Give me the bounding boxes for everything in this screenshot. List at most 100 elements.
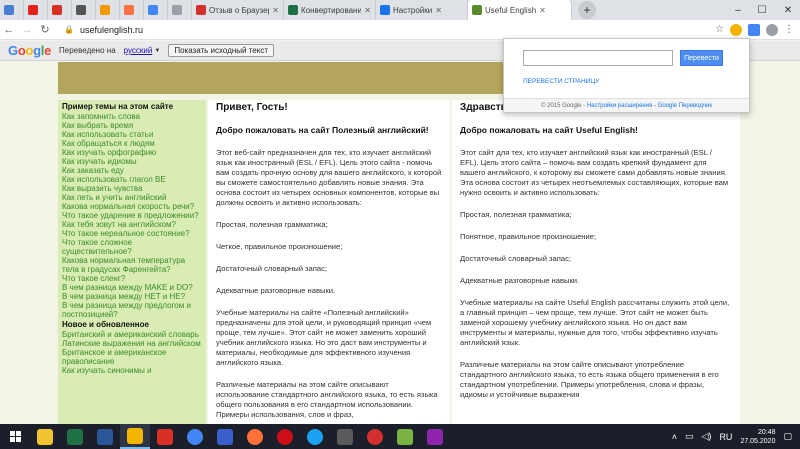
star-icon[interactable]: ☆ (715, 24, 724, 35)
sidebar-link[interactable]: В чем разница между предлогом и постпози… (62, 301, 202, 319)
translate-input[interactable] (523, 50, 673, 66)
sidebar-link[interactable]: Как использовать статьи (62, 130, 202, 139)
system-tray: ˄ ▭ ◁) RU 20:48 27.05.2020 ▢ (672, 424, 800, 449)
app-icon (367, 428, 383, 445)
taskbar-app[interactable] (150, 424, 180, 449)
taskbar-app[interactable] (210, 424, 240, 449)
sidebar-link[interactable]: Как использовать глагол BE (62, 175, 202, 184)
reload-icon[interactable]: ↻ (36, 21, 54, 39)
close-tab-icon[interactable]: ✕ (435, 6, 442, 15)
translate-extension-icon[interactable] (748, 23, 760, 36)
translate-page-link[interactable]: ПЕРЕВЕСТИ СТРАНИЦУ (523, 78, 599, 85)
extension-icon[interactable] (766, 23, 778, 36)
welcome-heading: Добро пожаловать на сайт Useful English! (460, 125, 638, 135)
sidebar-link[interactable]: Британский и американский словарь (62, 330, 202, 339)
menu-icon[interactable]: ⋮ (784, 24, 794, 35)
sidebar-link[interactable]: Как обращаться к людям (62, 139, 202, 148)
volume-icon[interactable]: ◁) (702, 431, 712, 442)
close-tab-icon[interactable]: ✕ (539, 6, 546, 15)
paragraph: Учебные материалы на сайте «Полезный анг… (216, 308, 432, 367)
opera-icon (196, 5, 206, 15)
new-tab-icon[interactable]: + (578, 1, 596, 19)
browser-tab[interactable] (48, 0, 72, 20)
chrome-icon (187, 428, 203, 445)
sidebar-link[interactable]: Как тебя зовут на английском? (62, 220, 202, 229)
browser-tab[interactable] (120, 0, 144, 20)
tab-favicon-icon (76, 5, 86, 15)
sidebar-link[interactable]: Латинские выражения на английском (62, 339, 202, 348)
browser-tab[interactable] (96, 0, 120, 20)
taskbar-app[interactable] (360, 424, 390, 449)
sidebar-link[interactable]: В чем разница между НЕТ и НЕ? (62, 292, 202, 301)
browser-tab[interactable] (168, 0, 192, 20)
start-button[interactable] (0, 424, 30, 449)
original-column: Здравствуйте Добро пожаловать на сайт Us… (452, 100, 740, 424)
youtube-icon (28, 5, 38, 15)
welcome-heading: Добро пожаловать на сайт Полезный англий… (216, 125, 429, 135)
sidebar-link[interactable]: Как изучать синонимы и (62, 366, 202, 375)
keyboard-language[interactable]: RU (719, 432, 732, 442)
paragraph: Простая, полезная грамматика; (460, 210, 572, 219)
browser-tab[interactable]: Настройки ✕ (376, 0, 468, 20)
close-tab-icon[interactable]: ✕ (272, 6, 279, 15)
taskbar-app[interactable] (240, 424, 270, 449)
taskbar-app[interactable] (90, 424, 120, 449)
notification-icon[interactable]: ▢ (783, 431, 792, 442)
browser-tab[interactable] (24, 0, 48, 20)
sidebar-link[interactable]: Что такое ударение в предложении? (62, 211, 202, 220)
sidebar-link[interactable]: Как выбрать время (62, 121, 202, 130)
sidebar-link[interactable]: Британское и американское правописание (62, 348, 202, 366)
minimize-icon[interactable]: – (726, 0, 750, 20)
close-window-icon[interactable]: ✕ (776, 0, 800, 20)
sidebar-link[interactable]: Как петь и учить английский (62, 193, 202, 202)
close-tab-icon[interactable]: ✕ (364, 6, 371, 15)
sidebar-link[interactable]: Какова нормальная температура тела в гра… (62, 256, 202, 274)
sidebar-link[interactable]: Что такое сленг? (62, 274, 202, 283)
chevron-up-icon[interactable]: ˄ (672, 432, 677, 442)
sidebar-link[interactable]: Что такое нереальное состояние? (62, 229, 202, 238)
taskbar-app[interactable] (60, 424, 90, 449)
taskbar-app[interactable] (120, 424, 150, 449)
browser-tab[interactable] (144, 0, 168, 20)
taskbar-app[interactable] (390, 424, 420, 449)
network-icon[interactable]: ▭ (685, 431, 694, 442)
browser-tab[interactable] (0, 0, 24, 20)
sidebar-link[interactable]: Как изучать орфографию (62, 148, 202, 157)
paragraph: Достаточный словарный запас; (216, 264, 327, 273)
taskbar-app[interactable] (270, 424, 300, 449)
language-select[interactable]: русский (124, 46, 153, 55)
translate-button[interactable]: Перевести (680, 50, 723, 66)
taskbar-app[interactable] (300, 424, 330, 449)
browser-tab[interactable]: Отзыв о Браузер G✕ (192, 0, 284, 20)
sidebar-link[interactable]: Как изучать идиомы (62, 157, 202, 166)
sidebar-link[interactable]: Как заказать еду (62, 166, 202, 175)
taskbar-app[interactable] (420, 424, 450, 449)
chevron-down-icon[interactable]: ▼ (154, 48, 160, 54)
paragraph: Четкое, правильное произношение; (216, 242, 343, 251)
browser-tab[interactable]: Конвертирование ✕ (284, 0, 376, 20)
sidebar-link[interactable]: Как выразить чувства (62, 184, 202, 193)
sidebar-link[interactable]: Как запомнить слова (62, 112, 202, 121)
google-translate-link[interactable]: Google Переводчик (658, 103, 712, 109)
clock[interactable]: 20:48 27.05.2020 (740, 428, 775, 446)
taskbar-app[interactable] (30, 424, 60, 449)
sidebar-link[interactable]: Что такое сложное существительное? (62, 238, 202, 256)
sidebar-heading: Пример темы на этом сайте (62, 102, 174, 111)
address-bar[interactable]: 🔒 usefulenglish.ru (60, 22, 700, 38)
pdf-icon (157, 428, 173, 445)
extension-icon[interactable] (730, 23, 742, 36)
sidebar-link[interactable]: В чем разница между MAKE и DO? (62, 283, 202, 292)
browser-tab[interactable] (72, 0, 96, 20)
tab-title: Useful English (485, 5, 537, 15)
taskbar-app[interactable] (180, 424, 210, 449)
paragraph: Достаточный словарный запас; (460, 254, 571, 263)
firefox-icon (247, 428, 263, 445)
extension-settings-link[interactable]: Настройки расширения (587, 103, 653, 109)
taskbar-app[interactable] (330, 424, 360, 449)
browser-tab[interactable]: Useful English ✕ (468, 0, 572, 20)
back-icon[interactable]: ← (0, 21, 18, 39)
sidebar-link[interactable]: Какова нормальная скорость речи? (62, 202, 202, 211)
maximize-icon[interactable]: ☐ (750, 0, 774, 20)
forward-icon[interactable]: → (18, 21, 36, 39)
show-original-button[interactable]: Показать исходный текст (168, 44, 274, 57)
